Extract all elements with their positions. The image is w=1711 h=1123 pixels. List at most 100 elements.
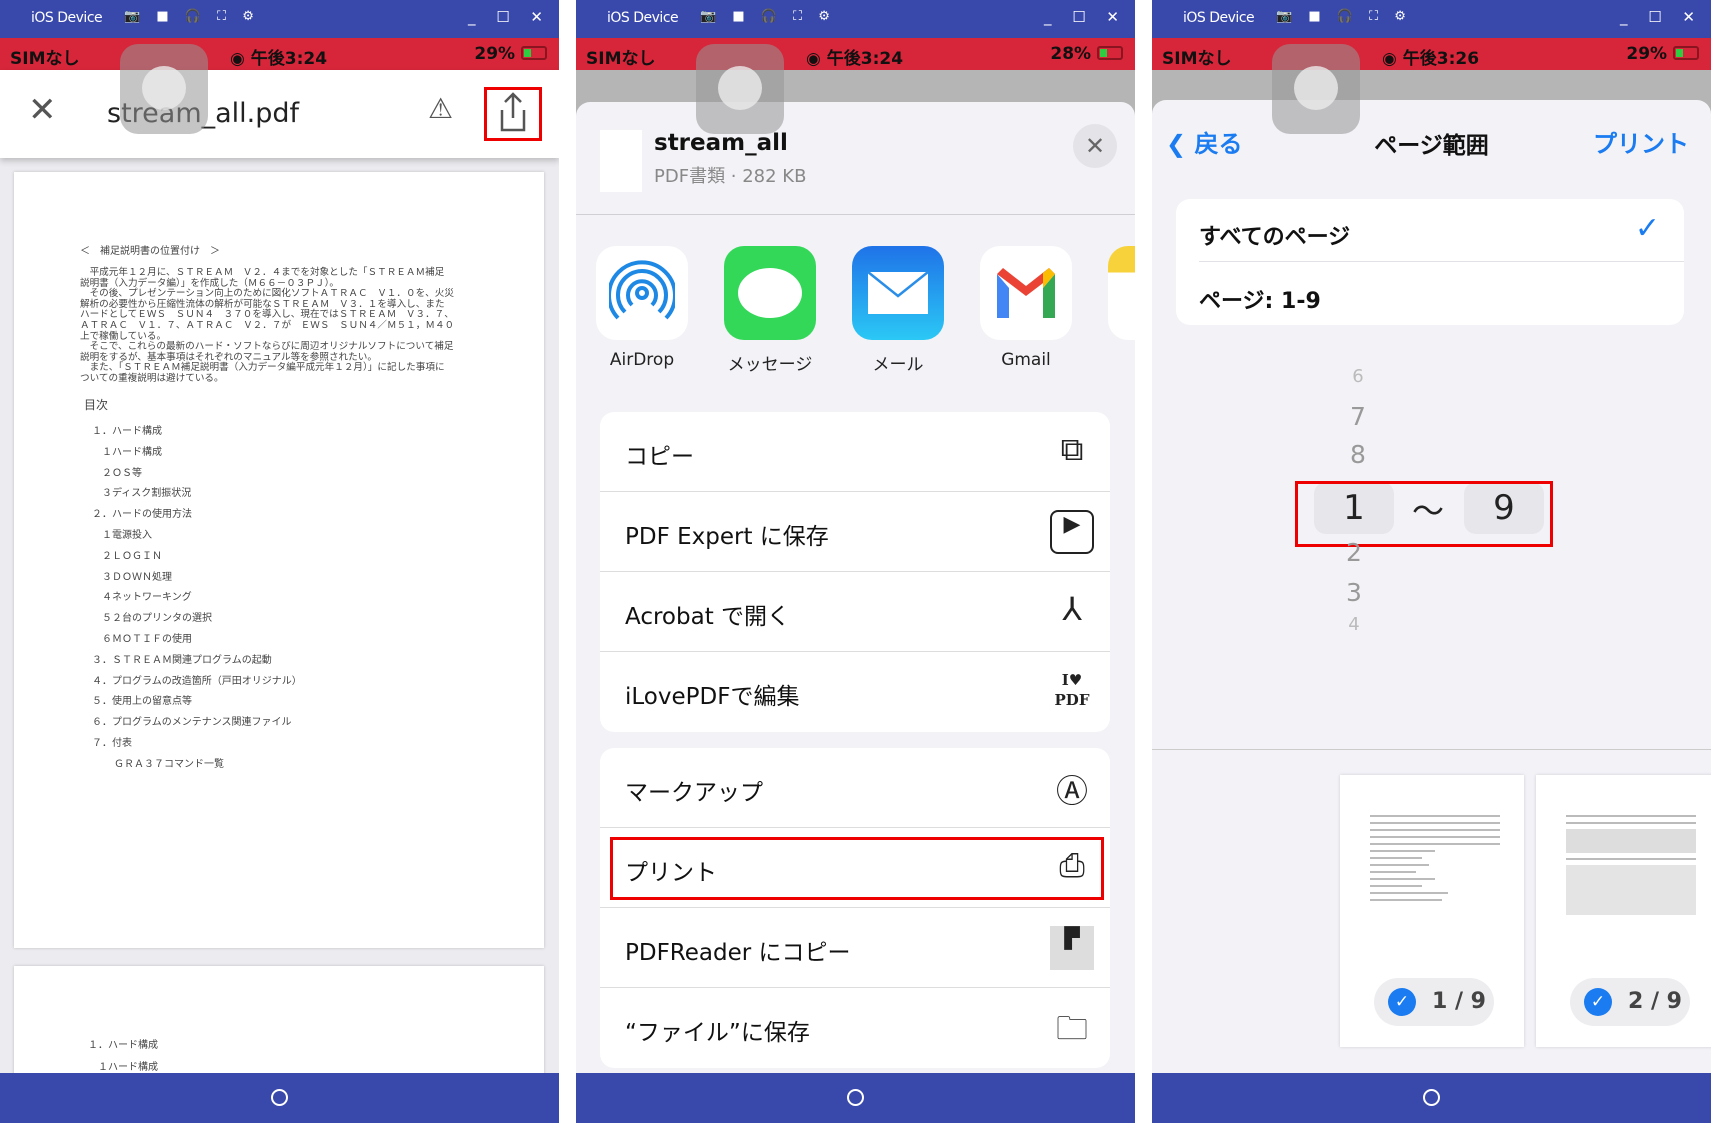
document-text: ５２台のプリンタの選択 xyxy=(102,613,212,625)
checkmark-circle-icon: ✓ xyxy=(1584,988,1612,1016)
app-label: AirDrop xyxy=(609,350,675,370)
battery-level: 28% xyxy=(1050,44,1092,64)
close-icon[interactable]: ✕ xyxy=(28,90,57,130)
window-controls[interactable]: _ ☐ ✕ xyxy=(1620,8,1703,26)
window-title-bar: iOS Device 📷 ■ 🎧 ⛶ ⚙ _ ☐ ✕ xyxy=(576,0,1135,38)
window-title-bar: iOS Device 📷 ■ 🎧 ⛶ ⚙ _ ☐ ✕ xyxy=(0,0,559,38)
close-share-button[interactable]: ✕ xyxy=(1073,124,1117,168)
action-acrobat[interactable]: Acrobat で開く ⅄ xyxy=(600,572,1110,652)
assistive-touch-button[interactable] xyxy=(1272,44,1360,134)
share-sheet: stream_all PDF書類 · 282 KB ✕ AirDrop メッセー… xyxy=(576,102,1135,1102)
carrier: SIMなし xyxy=(1162,49,1232,69)
clock: ◉ 午後3:24 xyxy=(806,49,904,69)
action-pdf-expert[interactable]: PDF Expert に保存 ▶ xyxy=(600,492,1110,572)
window-title: iOS Device xyxy=(1183,10,1255,26)
document-text: ３ＤＯＷＮ処理 xyxy=(102,571,172,583)
document-text: １．ハード構成 xyxy=(92,426,162,437)
document-text: ２．ハードの使用方法 xyxy=(92,509,192,521)
document-text: １電源投入 xyxy=(102,530,152,541)
page-thumbnail-1[interactable]: ✓ 1 / 9 xyxy=(1340,775,1524,1047)
folder-icon: 🗀 xyxy=(1055,1009,1088,1047)
action-copy[interactable]: コピー ⧉ xyxy=(600,412,1110,492)
page-thumbnail-2[interactable]: ✓ 2 / 9 xyxy=(1536,775,1711,1047)
divider xyxy=(1152,749,1711,750)
share-button[interactable] xyxy=(484,87,542,141)
action-label: マークアップ xyxy=(625,780,763,806)
app-mail[interactable]: メール xyxy=(852,246,944,375)
nav-bar xyxy=(0,1073,559,1123)
window-tools[interactable]: 📷 ■ 🎧 ⛶ ⚙ xyxy=(700,9,836,24)
document-text: ついての重複説明は避けている。 xyxy=(80,373,224,384)
option-all-pages[interactable]: すべてのページ xyxy=(1199,219,1350,251)
assistive-touch-button[interactable] xyxy=(696,44,784,134)
airdrop-icon xyxy=(596,246,688,340)
app-label: メッセージ xyxy=(727,355,813,375)
action-label: PDF Expert に保存 xyxy=(625,524,829,550)
share-file-info: PDF書類 · 282 KB xyxy=(654,166,807,187)
document-text: ＜ 補足説明書の位置付け ＞ xyxy=(80,246,220,257)
picker-value: 8 xyxy=(1350,440,1366,469)
assistive-touch-button[interactable] xyxy=(120,44,208,134)
window-tools[interactable]: 📷 ■ 🎧 ⛶ ⚙ xyxy=(1276,9,1412,24)
action-save-files[interactable]: “ファイル”に保存 🗀 xyxy=(600,988,1110,1068)
action-print[interactable]: プリント ⎙ xyxy=(600,828,1110,908)
home-button[interactable] xyxy=(847,1089,864,1106)
picker-value: 4 xyxy=(1348,614,1360,635)
notes-icon xyxy=(1108,246,1135,340)
print-button[interactable]: プリント xyxy=(1593,124,1689,159)
file-thumbnail xyxy=(600,130,642,192)
add-to-drive-icon[interactable]: ⚠ xyxy=(428,92,453,125)
app-messages[interactable]: メッセージ xyxy=(724,246,816,375)
document-text: ２ＯＳ等 xyxy=(102,467,142,479)
app-label: メール xyxy=(872,355,924,375)
picker-value: 2 xyxy=(1346,538,1362,567)
status-bar: SIMなし ◉ 午後3:26 29% xyxy=(1152,38,1711,70)
acrobat-icon: ⅄ xyxy=(1062,590,1082,628)
battery-level: 29% xyxy=(474,44,516,64)
nav-bar xyxy=(576,1073,1135,1123)
home-button[interactable] xyxy=(1423,1089,1440,1106)
page-label: 1 / 9 xyxy=(1432,989,1486,1014)
action-label: iLovePDFで編集 xyxy=(625,684,800,710)
app-airdrop[interactable]: AirDrop xyxy=(596,246,688,370)
action-label: “ファイル”に保存 xyxy=(625,1020,810,1046)
document-text: ３．ＳＴＲＥＡＭ関連プログラムの起動 xyxy=(92,654,272,666)
pdf-viewer-panel: iOS Device 📷 ■ 🎧 ⛶ ⚙ _ ☐ ✕ SIMなし ◉ 午後3:24 29… xyxy=(0,0,559,1123)
action-ilovepdf[interactable]: iLovePDFで編集 I♥ PDF xyxy=(600,652,1110,732)
carrier: SIMなし xyxy=(586,49,656,69)
messages-icon xyxy=(724,246,816,340)
document-text: １ハード構成 xyxy=(102,446,162,458)
gmail-icon xyxy=(980,246,1072,340)
app-notes[interactable] xyxy=(1108,246,1135,340)
window-title: iOS Device xyxy=(31,10,103,26)
page-badge: ✓ 2 / 9 xyxy=(1570,978,1690,1026)
page-range-options: すべてのページ ✓ ページ: 1-9 xyxy=(1176,199,1684,325)
document-text: ５．使用上の留意点等 xyxy=(92,696,192,708)
page-badge: ✓ 1 / 9 xyxy=(1374,978,1494,1026)
action-markup[interactable]: マークアップ Ⓐ xyxy=(600,748,1110,828)
option-page-range[interactable]: ページ: 1-9 xyxy=(1199,283,1321,315)
window-controls[interactable]: _ ☐ ✕ xyxy=(1044,8,1127,26)
home-button[interactable] xyxy=(271,1089,288,1106)
document-text: ３ディスク割振状況 xyxy=(102,488,192,500)
document-text: 目次 xyxy=(84,398,109,412)
status-bar: SIMなし ◉ 午後3:24 29% xyxy=(0,38,559,70)
page-label: 2 / 9 xyxy=(1628,989,1682,1014)
share-sheet-panel: iOS Device 📷 ■ 🎧 ⛶ ⚙ _ ☐ ✕ SIMなし ◉ 午後3:24 28… xyxy=(576,0,1135,1123)
document-text: ６ＭＯＴＩＦの使用 xyxy=(102,634,192,645)
printer-icon: ⎙ xyxy=(1059,846,1085,884)
pdfreader-icon: ▛ xyxy=(1050,926,1094,970)
action-pdfreader[interactable]: PDFReader にコピー ▛ xyxy=(600,908,1110,988)
copy-icon: ⧉ xyxy=(1060,430,1084,468)
document-area[interactable]: ＜ 補足説明書の位置付け ＞ 平成元年１２月に、ＳＴＲＥＡＭ Ｖ２．４までを対象… xyxy=(0,158,559,1123)
action-label: コピー xyxy=(625,444,694,470)
mail-icon xyxy=(852,246,944,340)
action-label: プリント xyxy=(625,860,717,886)
picker-value: 3 xyxy=(1346,578,1362,607)
document-text: ４ネットワーキング xyxy=(102,592,192,604)
action-group-1: コピー ⧉ PDF Expert に保存 ▶ Acrobat で開く ⅄ iLoveP… xyxy=(600,412,1110,732)
app-gmail[interactable]: Gmail xyxy=(980,246,1072,370)
checkmark-circle-icon: ✓ xyxy=(1388,988,1416,1016)
window-tools[interactable]: 📷 ■ 🎧 ⛶ ⚙ xyxy=(124,9,260,24)
window-controls[interactable]: _ ☐ ✕ xyxy=(468,8,551,26)
